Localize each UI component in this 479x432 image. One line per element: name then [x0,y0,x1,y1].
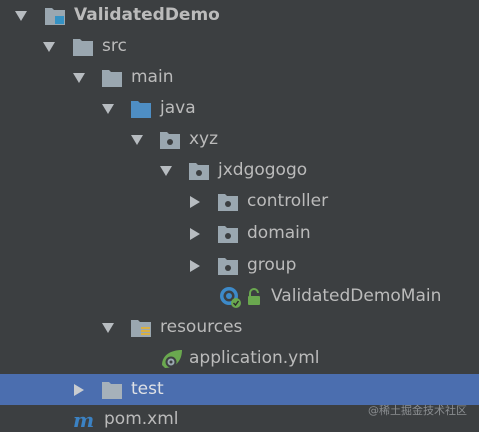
maven-icon: m [72,409,98,431]
tree-label: controller [247,191,329,211]
package-icon [188,160,210,182]
collapsed-arrow-icon[interactable] [188,227,202,241]
tree-label: xyz [189,129,219,149]
folder-icon [101,67,123,89]
tree-label: application.yml [189,348,320,368]
expanded-arrow-icon[interactable] [101,102,115,116]
tree-label: resources [160,317,243,337]
spring-config-icon [159,347,185,371]
package-icon [217,255,239,277]
tree-row-group[interactable]: group [0,250,479,281]
spring-boot-class-icon [218,285,241,308]
expanded-arrow-icon[interactable] [14,9,28,23]
module-folder-icon [44,5,66,27]
tree-row-controller[interactable]: controller [0,186,479,217]
tree-label: java [160,98,196,118]
collapsed-arrow-icon[interactable] [72,383,86,397]
watermark: @稀土掘金技术社区 [368,404,467,417]
resources-folder-icon [130,317,152,339]
collapsed-arrow-icon[interactable] [188,259,202,273]
tree-row-domain[interactable]: domain [0,218,479,249]
svg-text:m: m [73,409,94,431]
expanded-arrow-icon[interactable] [101,321,115,335]
package-icon [159,129,181,151]
package-icon [217,223,239,245]
tree-label: test [131,379,164,399]
tree-row-resources[interactable]: resources [0,312,479,343]
tree-row-main[interactable]: main [0,62,479,93]
tree-row-java[interactable]: java [0,93,479,124]
collapsed-arrow-icon[interactable] [188,195,202,209]
source-folder-icon [130,98,152,120]
folder-icon [72,36,94,58]
tree-label: jxdgogogo [218,160,308,180]
tree-label: main [131,67,174,87]
expanded-arrow-icon[interactable] [159,164,173,178]
package-icon [217,191,239,213]
tree-label: group [247,255,297,275]
expanded-arrow-icon[interactable] [72,71,86,85]
tree-row-application-yml[interactable]: application.yml [0,343,479,374]
expanded-arrow-icon[interactable] [42,40,56,54]
tree-label: src [102,36,127,56]
lock-icon [247,288,261,306]
tree-row-src[interactable]: src [0,31,479,62]
tree-row-project[interactable]: ValidatedDemo [0,0,479,31]
tree-label: ValidatedDemoMain [271,286,442,306]
tree-row-validated-demo-main[interactable]: ValidatedDemoMain [0,281,479,312]
expanded-arrow-icon[interactable] [130,133,144,147]
project-tree: ValidatedDemo src main java xyz jxdgogog… [0,0,479,432]
tree-label: pom.xml [104,409,179,429]
tree-row-test[interactable]: test [0,374,479,405]
tree-label: domain [247,223,311,243]
tree-row-xyz[interactable]: xyz [0,124,479,155]
tree-row-jxdgogogo[interactable]: jxdgogogo [0,155,479,186]
folder-icon [101,379,123,401]
tree-label: ValidatedDemo [74,5,220,25]
